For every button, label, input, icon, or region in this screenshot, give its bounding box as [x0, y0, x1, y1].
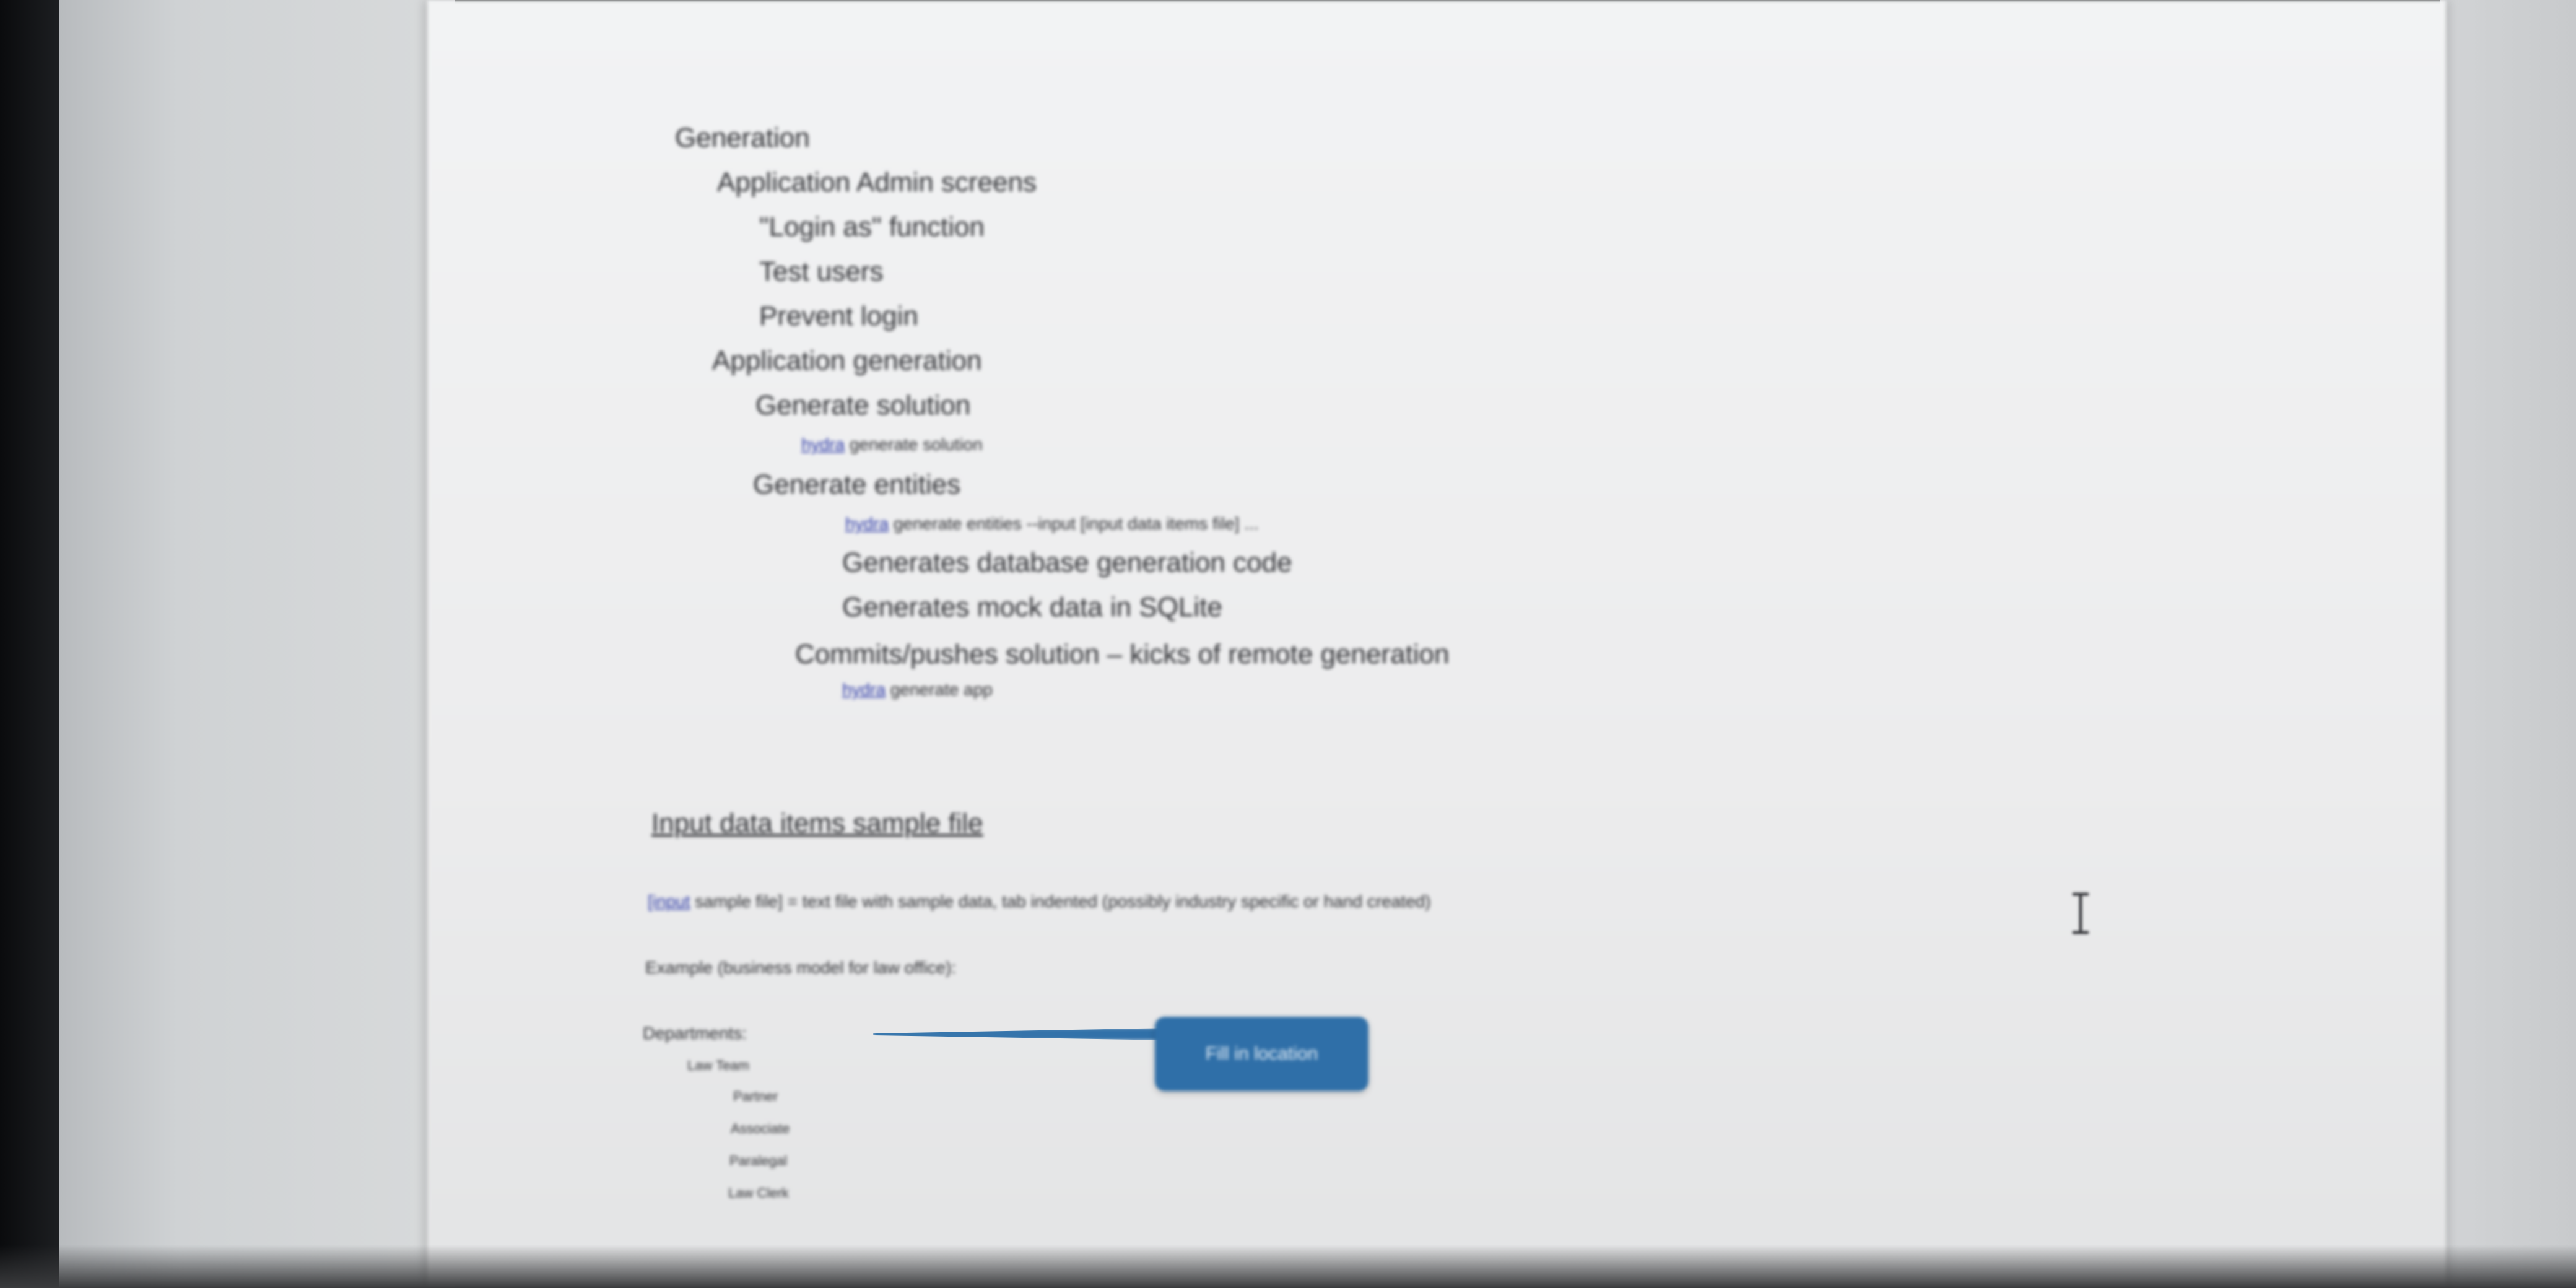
- command-generate-solution: hydra generate solution: [801, 435, 983, 454]
- outline-test-users: Test users: [759, 256, 884, 287]
- window-background-right: [2440, 0, 2576, 1288]
- tree-paralegal: Paralegal: [729, 1153, 787, 1168]
- outline-login-as: "Login as" function: [759, 212, 985, 242]
- text-cursor-icon: [2072, 892, 2089, 934]
- sample-description: [input sample file] = text file with sam…: [648, 892, 1431, 911]
- tree-law-clerk: Law Clerk: [728, 1185, 789, 1201]
- command-generate-app: hydra generate app: [842, 680, 993, 699]
- screen-bottom-edge: [0, 1245, 2576, 1288]
- outline-admin-screens: Application Admin screens: [717, 167, 1037, 198]
- outline-commits: Commits/pushes solution – kicks of remot…: [795, 639, 1450, 669]
- outline-generation: Generation: [675, 123, 810, 153]
- sample-example-label: Example (business model for law office):: [645, 958, 957, 977]
- fill-in-location-button[interactable]: Fill in location: [1155, 1017, 1368, 1091]
- outline-mock-data: Generates mock data in SQLite: [842, 592, 1222, 622]
- tree-departments: Departments:: [643, 1024, 747, 1043]
- tree-law-team: Law Team: [687, 1058, 749, 1073]
- tree-partner: Partner: [733, 1089, 778, 1104]
- command-link[interactable]: hydra: [801, 435, 845, 454]
- outline-app-generation: Application generation: [712, 346, 982, 376]
- window-background-left: [59, 0, 455, 1288]
- sample-heading: Input data items sample file: [651, 808, 983, 838]
- monitor-bezel: [0, 0, 68, 1288]
- tree-associate: Associate: [731, 1121, 790, 1136]
- command-link[interactable]: hydra: [842, 680, 886, 699]
- outline-prevent-login: Prevent login: [759, 301, 918, 331]
- command-link[interactable]: hydra: [845, 514, 889, 533]
- fill-in-location-label: Fill in location: [1205, 1043, 1318, 1064]
- input-file-link[interactable]: [input: [648, 892, 690, 911]
- outline-generate-entities: Generate entities: [753, 469, 961, 500]
- outline-generate-solution: Generate solution: [755, 390, 971, 420]
- outline-db-code: Generates database generation code: [842, 547, 1292, 578]
- command-generate-entities: hydra generate entities --input [input d…: [845, 514, 1259, 533]
- document-page[interactable]: Generation Application Admin screens "Lo…: [427, 0, 2446, 1288]
